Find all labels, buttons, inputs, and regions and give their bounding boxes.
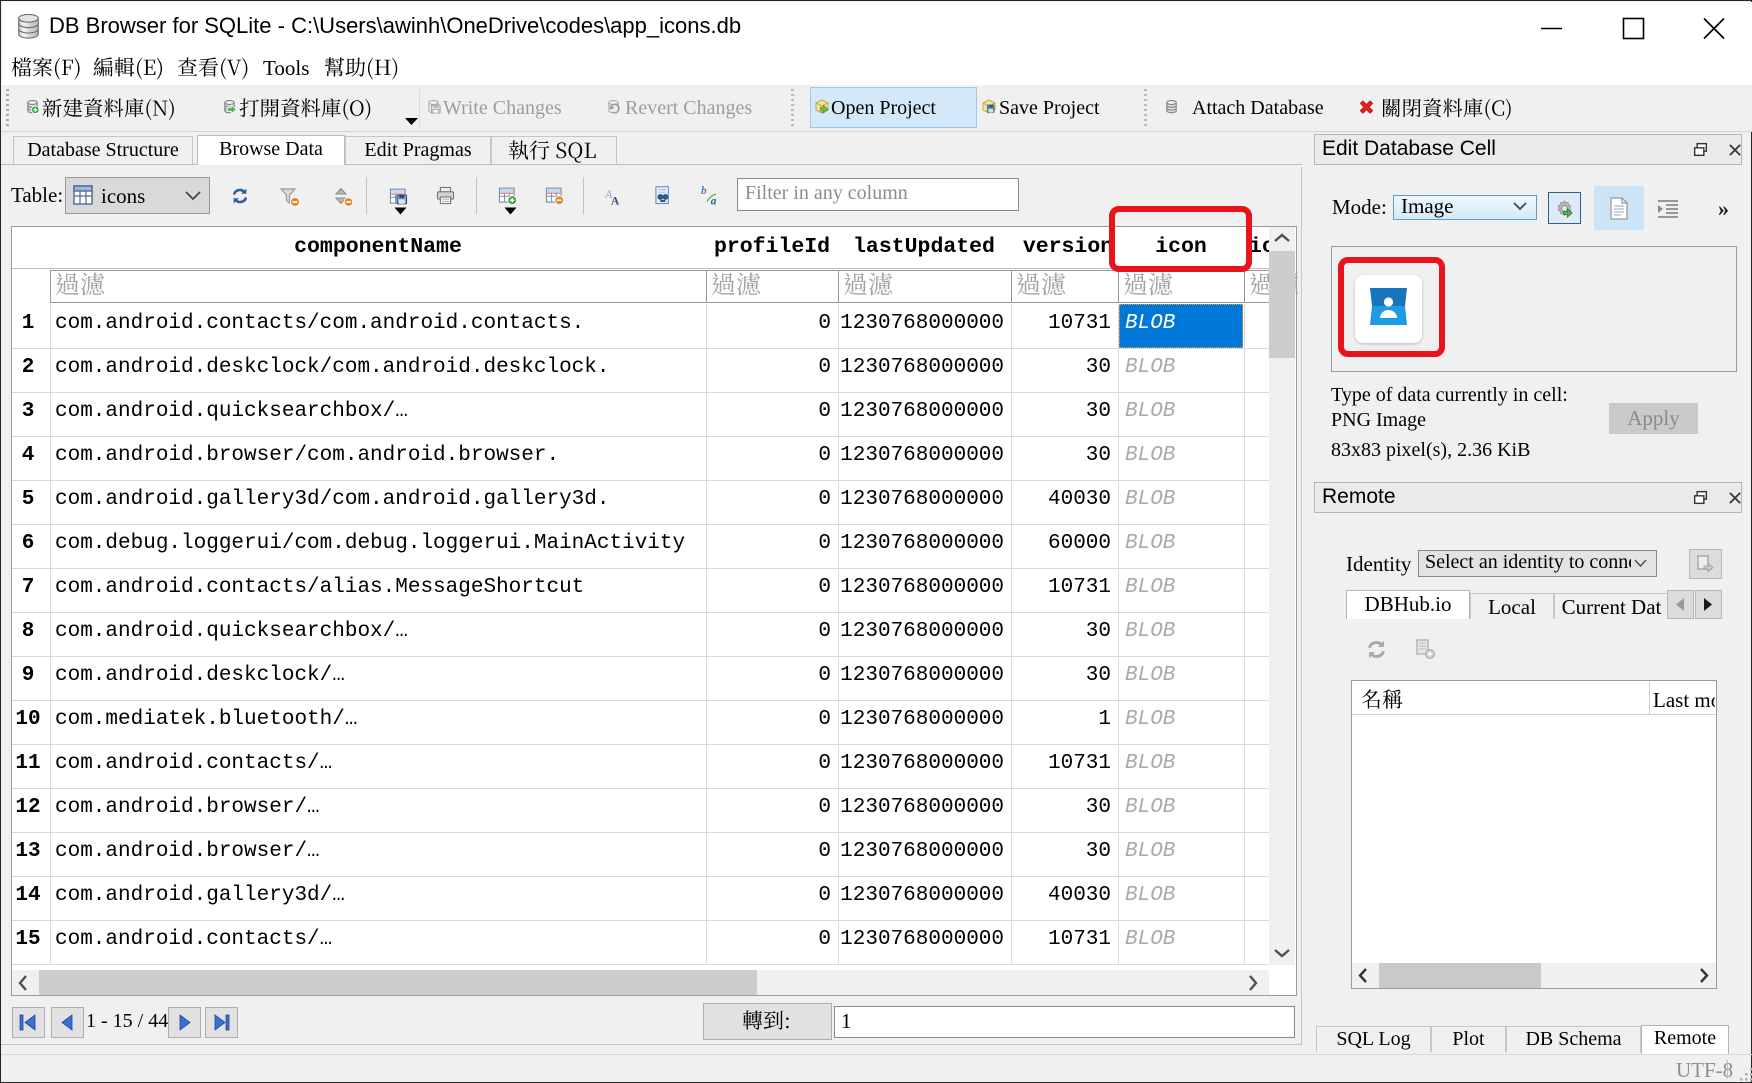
svg-text:b: b xyxy=(701,185,707,197)
svg-text:a: a xyxy=(711,196,717,207)
svg-text:A: A xyxy=(611,195,620,206)
